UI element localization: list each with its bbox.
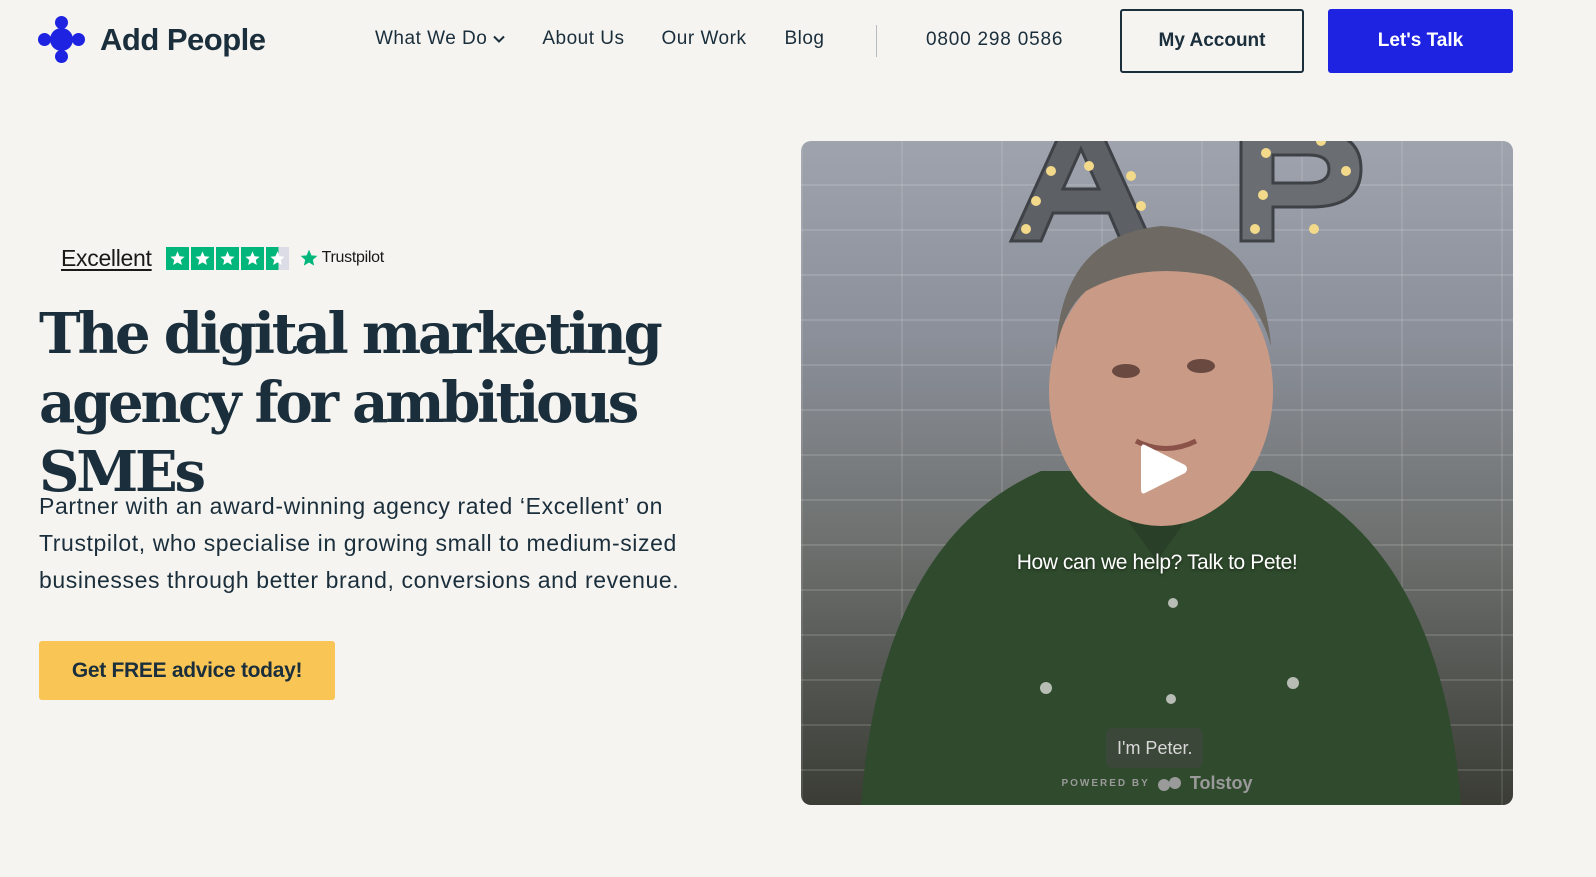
nav-item-label: Blog xyxy=(784,28,825,49)
site-header: Add People What We Do About Us Our Work … xyxy=(0,0,1596,82)
chevron-down-icon xyxy=(493,35,506,43)
star-icon xyxy=(190,246,214,270)
hero-headline: The digital marketing agency for ambitio… xyxy=(39,300,779,507)
trustpilot-star-icon xyxy=(300,249,317,266)
star-icon xyxy=(215,246,239,270)
trustpilot-brand: Trustpilot xyxy=(321,249,385,266)
star-half-icon xyxy=(265,246,289,270)
trustpilot-logo: Trustpilot xyxy=(299,248,384,268)
star-icon xyxy=(240,246,264,270)
headline-line-2: agency for ambitious SMEs xyxy=(39,370,639,505)
main-nav: What We Do About Us Our Work Blog xyxy=(375,28,824,50)
lets-talk-button[interactable]: Let's Talk xyxy=(1328,9,1513,73)
trustpilot-stars xyxy=(165,246,289,270)
nav-item-our-work[interactable]: Our Work xyxy=(662,28,747,50)
trustpilot-widget[interactable]: Excellent Trustpilot xyxy=(61,243,384,273)
logo[interactable]: Add People xyxy=(38,16,266,64)
nav-item-label: Our Work xyxy=(661,28,747,49)
nav-item-label: What We Do xyxy=(375,28,488,49)
trustpilot-rating-text[interactable]: Excellent xyxy=(61,245,152,272)
video-caption: How can we help? Talk to Pete! xyxy=(1016,551,1298,574)
video-subtitle: I'm Peter. xyxy=(1106,728,1204,768)
nav-item-blog[interactable]: Blog xyxy=(784,28,824,50)
headline-line-1: The digital marketing xyxy=(39,301,663,367)
play-icon[interactable] xyxy=(1139,441,1189,497)
star-icon xyxy=(165,246,189,270)
tolstoy-brand: Tolstoy xyxy=(1189,773,1253,793)
video-player[interactable]: How can we help? Talk to Pete! I'm Peter… xyxy=(801,141,1513,805)
tolstoy-logo-icon xyxy=(1157,776,1181,791)
nav-item-label: About Us xyxy=(542,28,625,49)
get-free-advice-button[interactable]: Get FREE advice today! xyxy=(39,641,335,700)
nav-item-about-us[interactable]: About Us xyxy=(542,28,624,50)
logo-text: Add People xyxy=(100,22,266,57)
powered-by-tolstoy[interactable]: POWERED BY Tolstoy xyxy=(801,773,1513,794)
powered-by-label: POWERED BY xyxy=(1061,778,1150,789)
nav-item-what-we-do[interactable]: What We Do xyxy=(375,28,506,50)
my-account-button[interactable]: My Account xyxy=(1120,9,1304,73)
nav-divider xyxy=(876,25,877,57)
phone-link[interactable]: 0800 298 0586 xyxy=(926,29,1063,51)
hero-subtext: Partner with an award-winning agency rat… xyxy=(39,493,680,593)
logo-mark-icon xyxy=(38,16,86,64)
